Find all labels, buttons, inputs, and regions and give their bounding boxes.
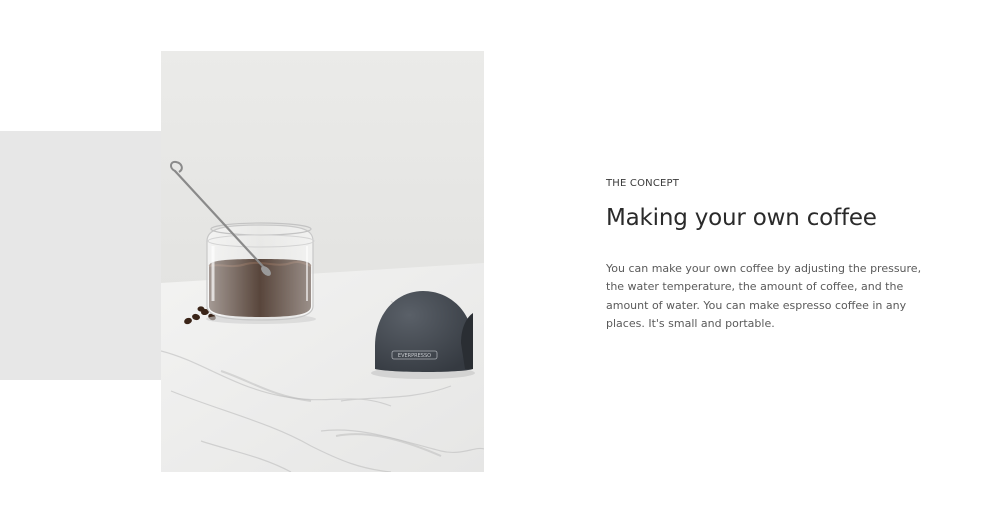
concept-section: THE CONCEPT Making your own coffee You c…	[606, 178, 926, 333]
product-photo: EVERPRESSO	[161, 51, 484, 472]
section-eyebrow: THE CONCEPT	[606, 178, 680, 189]
section-description: You can make your own coffee by adjustin…	[606, 262, 922, 330]
device-label: EVERPRESSO	[398, 353, 431, 359]
section-title: Making your own coffee	[606, 205, 877, 231]
page: EVERPRESSO THE CONCEPT Making your own c…	[0, 0, 1000, 518]
